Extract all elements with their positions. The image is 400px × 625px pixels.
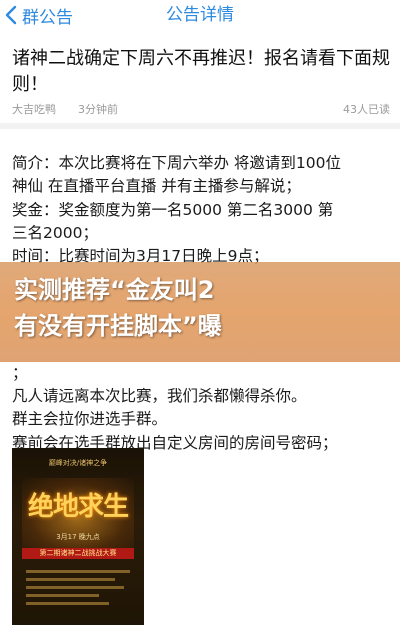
content-line: 简介：本次比赛将在下周六举办 将邀请到100位 xyxy=(12,154,342,172)
post-meta: 大吉吃鸭 3分钟前 43人已读 xyxy=(12,101,390,117)
poster-date: 3月17 晚九点 xyxy=(56,533,100,541)
banner-headline: 实测推荐“金友叫2 有没有开挂脚本”曝 xyxy=(14,272,394,344)
page-title: 公告详情 xyxy=(166,5,234,25)
poster-details xyxy=(26,570,130,610)
poster-top-text: 巅峰对决/诸神之争 xyxy=(48,459,108,467)
nav-bar: 群公告 公告详情 xyxy=(0,0,400,30)
read-count[interactable]: 43人已读 xyxy=(343,101,390,117)
content-line: ； xyxy=(12,363,28,382)
poster-ribbon: 第二期诸神二战挑战大赛 xyxy=(22,548,134,559)
banner-line: 实测推荐“金友叫2 xyxy=(14,276,215,304)
content-line: 群主会拉你进选手群。 xyxy=(12,410,168,429)
content-line: 奖金：奖金额度为第一名5000 第二名3000 第 xyxy=(12,200,334,219)
content-line: 凡人请远离本次比赛，我们杀都懒得杀你。 xyxy=(12,386,307,405)
banner-line: 有没有开挂脚本”曝 xyxy=(14,312,222,340)
content-line: 神仙 在直播平台直播 并有主播参与解说； xyxy=(12,177,301,196)
content-line: 三名2000； xyxy=(12,223,98,242)
post-title: 诸神二战确定下周六不再推迟！报名请看下面规则！ xyxy=(12,48,390,95)
author-name[interactable]: 大吉吃鸭 xyxy=(12,101,56,117)
post-time: 3分钟前 xyxy=(78,103,118,116)
event-poster-image[interactable]: 巅峰对决/诸神之争 绝地求生 3月17 晚九点 第二期诸神二战挑战大赛 xyxy=(12,448,144,625)
section-divider xyxy=(0,123,400,129)
poster-title: 绝地求生 xyxy=(27,492,129,522)
